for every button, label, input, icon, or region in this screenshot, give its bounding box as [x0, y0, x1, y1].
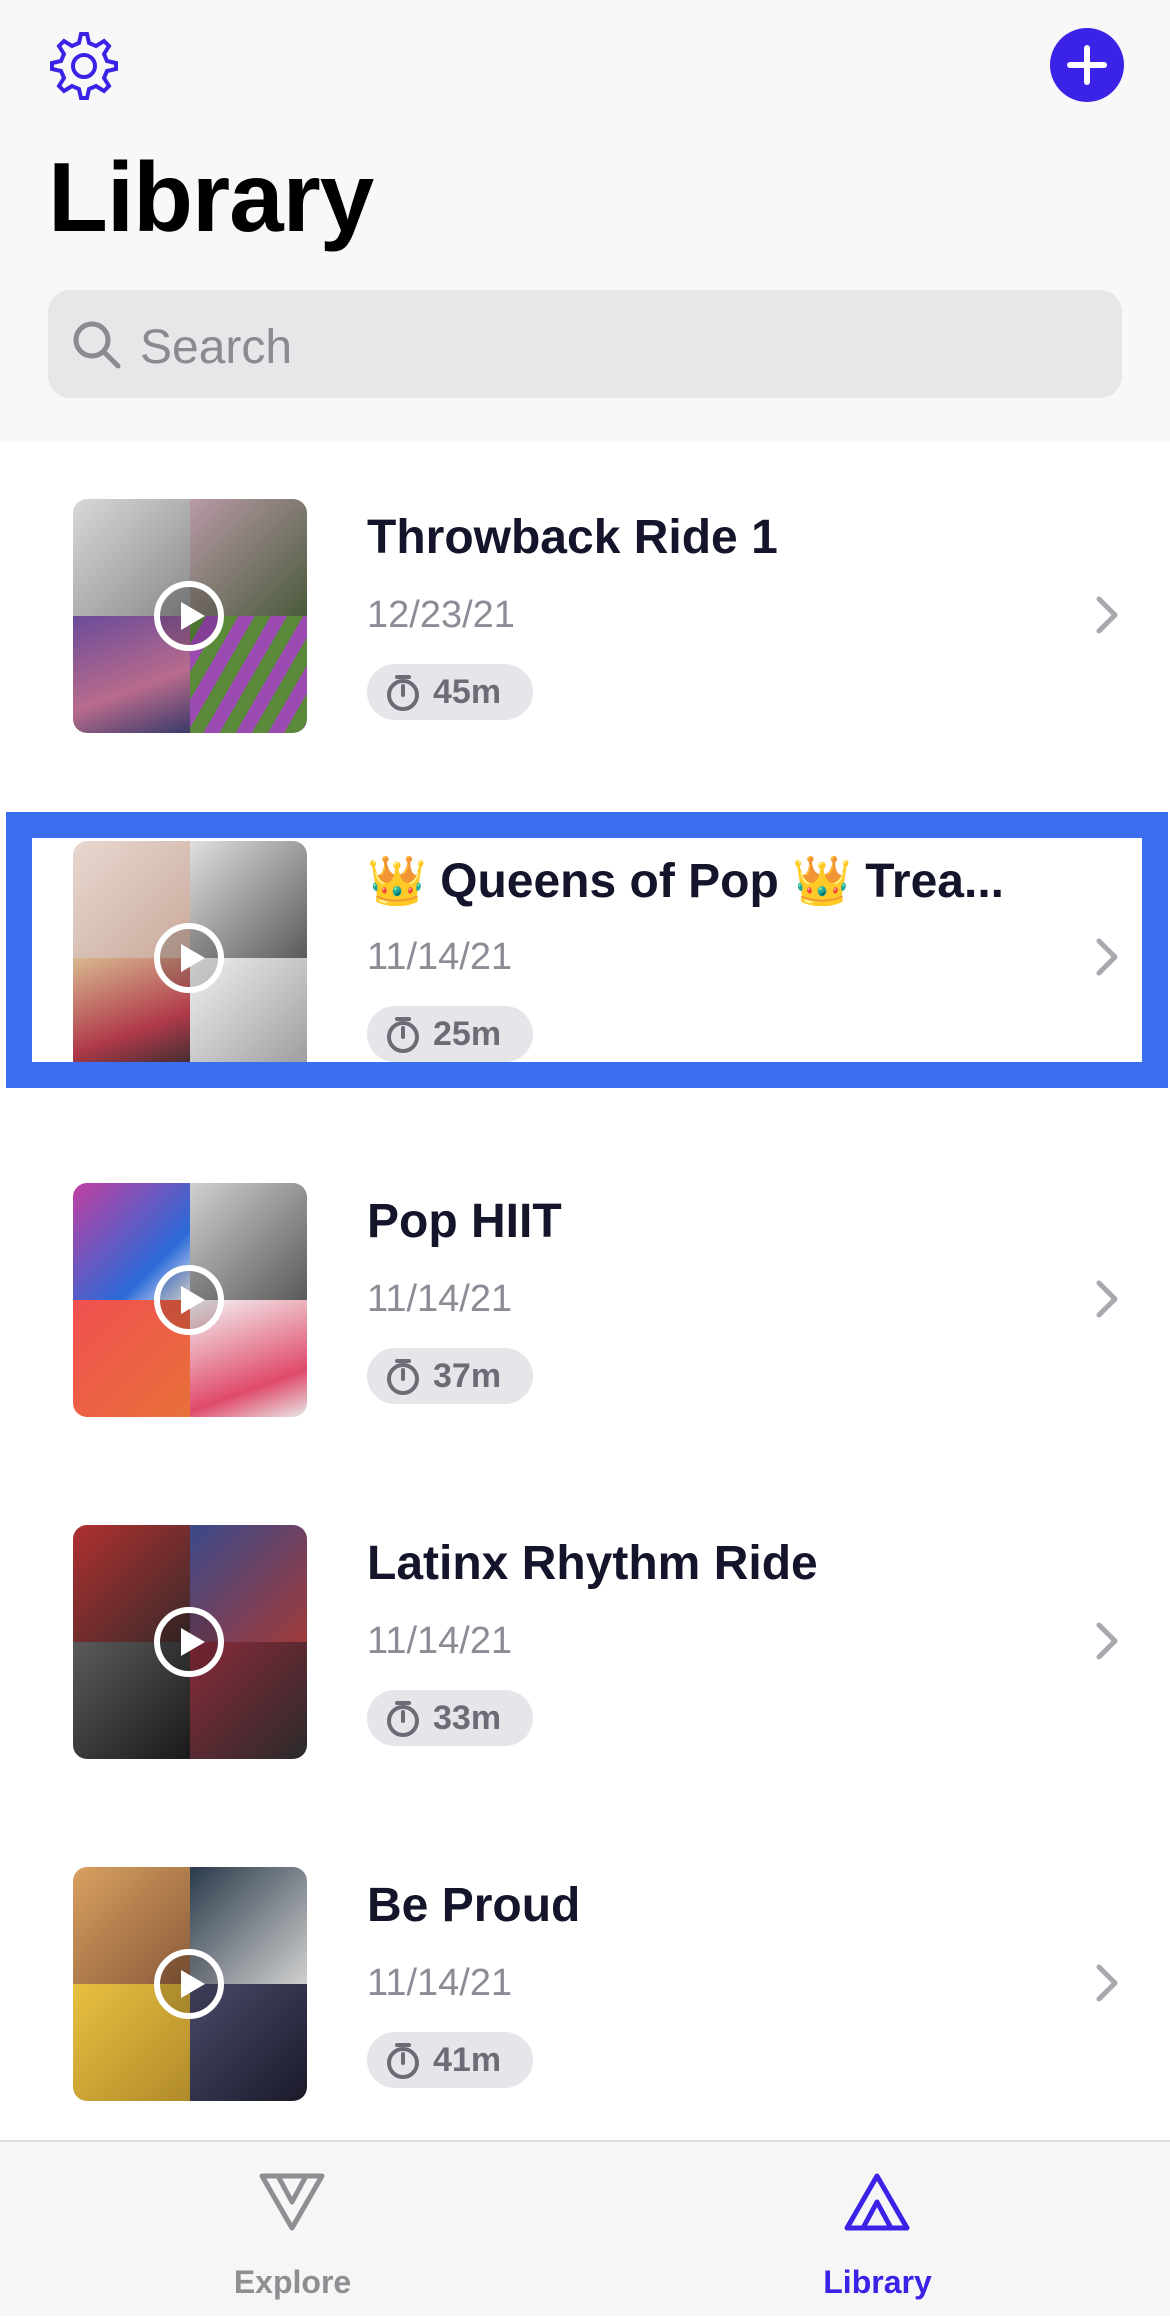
playlist-row[interactable]: Throwback Ride 1 12/23/21 45m — [0, 442, 1170, 784]
play-icon[interactable] — [152, 1605, 226, 1679]
tab-label: Explore — [233, 2264, 352, 2300]
header: Library Search — [0, 0, 1170, 442]
gear-icon[interactable] — [46, 28, 122, 104]
search-placeholder: Search — [140, 321, 293, 374]
duration-badge: 25m — [367, 1006, 533, 1062]
chevron-right-icon — [1096, 938, 1118, 976]
duration-label: 41m — [433, 2041, 502, 2079]
duration-badge: 33m — [367, 1690, 533, 1746]
playlist-date: 11/14/21 — [367, 1620, 513, 1662]
playlist-title: Latinx Rhythm Ride — [367, 1537, 818, 1590]
playlist-date: 11/14/21 — [367, 1278, 513, 1320]
playlist-row[interactable]: Latinx Rhythm Ride 11/14/21 33m — [0, 1468, 1170, 1810]
tab-bar: Explore Library — [0, 2140, 1170, 2316]
tab-label: Library — [823, 2264, 932, 2300]
chevron-right-icon — [1096, 1280, 1118, 1318]
playlist-title: 👑 Queens of Pop 👑 Trea... — [367, 855, 1004, 908]
timer-icon — [387, 1017, 419, 1053]
playlist-row[interactable]: 👑 Queens of Pop 👑 Trea... 11/14/21 25m — [0, 784, 1170, 1126]
chevron-right-icon — [1096, 1964, 1118, 2002]
playlist-title: Be Proud — [367, 1879, 581, 1932]
library-triangle-icon — [844, 2173, 910, 2231]
playlist-date: 11/14/21 — [367, 1962, 513, 2004]
plus-icon — [1067, 45, 1107, 85]
playlist-date: 11/14/21 — [367, 936, 513, 978]
playlist-title: Pop HIIT — [367, 1195, 562, 1248]
search-icon — [73, 321, 121, 369]
search-input[interactable]: Search — [48, 290, 1122, 398]
duration-label: 45m — [433, 673, 502, 711]
add-playlist-button[interactable] — [1050, 28, 1124, 102]
duration-badge: 37m — [367, 1348, 533, 1404]
play-icon[interactable] — [152, 1947, 226, 2021]
playlist-row[interactable]: Be Proud 11/14/21 41m — [0, 1810, 1170, 2152]
duration-badge: 45m — [367, 664, 533, 720]
timer-icon — [387, 675, 419, 711]
chevron-right-icon — [1096, 596, 1118, 634]
timer-icon — [387, 2043, 419, 2079]
playlist-row[interactable]: Pop HIIT 11/14/21 37m — [0, 1126, 1170, 1468]
tab-explore[interactable]: Explore — [0, 2142, 585, 2318]
page-title: Library — [48, 142, 374, 252]
explore-triangle-icon — [259, 2173, 325, 2231]
play-icon[interactable] — [152, 921, 226, 995]
duration-badge: 41m — [367, 2032, 533, 2088]
duration-label: 33m — [433, 1699, 502, 1737]
playlist-title: Throwback Ride 1 — [367, 511, 778, 564]
play-icon[interactable] — [152, 1263, 226, 1337]
chevron-right-icon — [1096, 1622, 1118, 1660]
timer-icon — [387, 1359, 419, 1395]
tab-library[interactable]: Library — [585, 2142, 1170, 2318]
playlist-date: 12/23/21 — [367, 594, 515, 636]
play-icon[interactable] — [152, 579, 226, 653]
duration-label: 37m — [433, 1357, 502, 1395]
duration-label: 25m — [433, 1015, 502, 1053]
timer-icon — [387, 1701, 419, 1737]
